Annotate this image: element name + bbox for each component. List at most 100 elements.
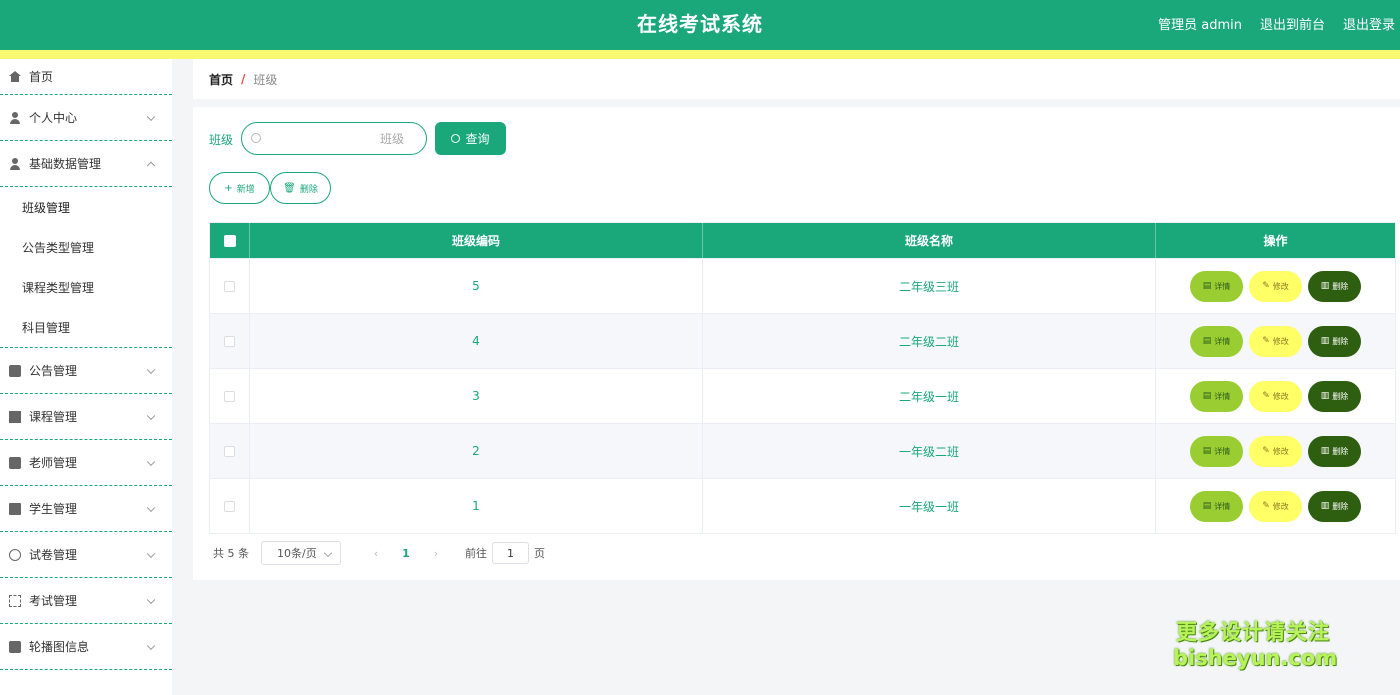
cell-code: 5 [250, 259, 703, 313]
delete-label: 删除 [1332, 336, 1349, 346]
sidebar-item-profile[interactable]: 个人中心 [0, 95, 172, 141]
detail-button[interactable]: ▤ 详情 [1190, 380, 1243, 412]
document-icon: ▤ [1202, 281, 1212, 291]
trash-icon: ▥ [1320, 391, 1330, 401]
row-checkbox[interactable] [224, 445, 235, 457]
sidebar-item-label: 基础数据管理 [29, 157, 102, 171]
header-stripe [0, 50, 1400, 59]
detail-button[interactable]: ▤ 详情 [1190, 490, 1243, 522]
sidebar-item-notice[interactable]: 公告管理 [0, 348, 172, 394]
edit-button[interactable]: ✎ 修改 [1249, 325, 1302, 357]
logout-link[interactable]: 退出登录 [1343, 14, 1395, 33]
batch-delete-button[interactable]: 🗑 删除 [270, 172, 331, 204]
query-button[interactable]: 查询 [435, 122, 506, 155]
delete-button[interactable]: ▥ 删除 [1308, 325, 1361, 357]
search-box[interactable] [241, 122, 427, 155]
search-icon [251, 133, 261, 143]
chevron-down-icon [146, 411, 156, 420]
delete-button[interactable]: ▥ 删除 [1308, 270, 1361, 302]
sidebar-subitem-course-type[interactable]: 课程类型管理 [0, 267, 172, 307]
sidebar-item-home[interactable]: 首页 [0, 59, 172, 95]
search-input[interactable] [268, 129, 404, 149]
top-bar: 在线考试系统 管理员 admin 退出到前台 退出登录 [0, 0, 1400, 50]
top-links: 管理员 admin 退出到前台 退出登录 [1158, 0, 1400, 46]
next-page-icon[interactable]: › [421, 547, 451, 560]
sidebar-item-label: 个人中心 [29, 111, 78, 125]
row-checkbox[interactable] [224, 500, 235, 512]
edit-button[interactable]: ✎ 修改 [1249, 435, 1302, 467]
page-size-select[interactable]: 10条/页 [261, 541, 341, 565]
delete-button[interactable]: ▥ 删除 [1308, 380, 1361, 412]
edit-button[interactable]: ✎ 修改 [1249, 270, 1302, 302]
trash-icon: ▥ [1320, 336, 1330, 346]
chevron-down-icon [146, 365, 156, 374]
page-unit-label: 页 [534, 547, 545, 560]
edit-button[interactable]: ✎ 修改 [1249, 380, 1302, 412]
row-checkbox[interactable] [224, 390, 235, 402]
breadcrumb: 首页 / 班级 [193, 59, 1400, 99]
sidebar-item-label: 课程管理 [29, 410, 78, 424]
detail-label: 详情 [1214, 281, 1231, 291]
breadcrumb-separator: / [241, 72, 246, 86]
document-icon: ▤ [1202, 501, 1212, 511]
edit-label: 修改 [1272, 281, 1289, 291]
edit-button[interactable]: ✎ 修改 [1249, 490, 1302, 522]
breadcrumb-current: 班级 [253, 72, 278, 87]
breadcrumb-home[interactable]: 首页 [209, 71, 233, 88]
sidebar-item-course[interactable]: 课程管理 [0, 394, 172, 440]
add-button[interactable]: + 新增 [209, 172, 270, 204]
total-count: 共 5 条 [213, 547, 249, 560]
sidebar-subitem-notice-type[interactable]: 公告类型管理 [0, 227, 172, 267]
row-checkbox[interactable] [224, 280, 235, 292]
table-row: 3 二年级一班 ▤ 详情 ✎ 修改 ▥ 删除 [210, 368, 1395, 423]
prev-page-icon[interactable]: ‹ [361, 547, 391, 560]
detail-button[interactable]: ▤ 详情 [1190, 270, 1243, 302]
column-header-name: 班级名称 [703, 223, 1156, 258]
goto-page-input[interactable]: 1 [492, 542, 529, 564]
sidebar-item-label: 考试管理 [29, 594, 78, 608]
row-select-cell [210, 369, 250, 423]
admin-user-label[interactable]: 管理员 admin [1158, 14, 1242, 33]
cell-actions: ▤ 详情 ✎ 修改 ▥ 删除 [1156, 479, 1395, 533]
detail-button[interactable]: ▤ 详情 [1190, 325, 1243, 357]
sidebar: 首页 个人中心 基础数据管理 班级管理 公告类型管理 课程类型管理 科目管理 公… [0, 59, 172, 695]
chevron-down-icon [146, 549, 156, 558]
delete-button[interactable]: ▥ 删除 [1308, 435, 1361, 467]
select-all-cell [210, 223, 250, 258]
table-row: 2 一年级二班 ▤ 详情 ✎ 修改 ▥ 删除 [210, 423, 1395, 478]
sidebar-item-paper[interactable]: 试卷管理 [0, 532, 172, 578]
chevron-down-icon [146, 641, 156, 650]
back-to-front-link[interactable]: 退出到前台 [1260, 14, 1325, 33]
current-page[interactable]: 1 [391, 547, 421, 560]
table-row: 4 二年级二班 ▤ 详情 ✎ 修改 ▥ 删除 [210, 313, 1395, 368]
delete-button[interactable]: ▥ 删除 [1308, 490, 1361, 522]
chevron-down-icon [146, 595, 156, 604]
pencil-icon: ✎ [1262, 501, 1270, 511]
row-select-cell [210, 259, 250, 313]
compass-icon [9, 548, 21, 561]
sidebar-item-basic-data[interactable]: 基础数据管理 [0, 141, 172, 187]
watermark: 更多设计请关注 bisheyun.com [1173, 619, 1337, 671]
cell-name: 二年级二班 [703, 314, 1156, 368]
delete-label: 删除 [1332, 446, 1349, 456]
book-icon [9, 410, 21, 423]
watermark-line1: 更多设计请关注 [1176, 620, 1330, 644]
row-select-cell [210, 479, 250, 533]
pencil-icon: ✎ [1262, 446, 1270, 456]
add-button-label: 新增 [236, 184, 255, 195]
chevron-down-icon [146, 457, 156, 466]
sidebar-subitem-class[interactable]: 班级管理 [0, 187, 172, 227]
sidebar-item-exam[interactable]: 考试管理 [0, 578, 172, 624]
cell-actions: ▤ 详情 ✎ 修改 ▥ 删除 [1156, 259, 1395, 313]
class-table: 班级编码 班级名称 操作 5 二年级三班 ▤ 详情 ✎ 修改 ▥ 删除 4 二年级二班… [209, 222, 1396, 534]
row-checkbox[interactable] [224, 335, 235, 347]
sidebar-item-student[interactable]: 学生管理 [0, 486, 172, 532]
sidebar-item-carousel[interactable]: 轮播图信息 [0, 624, 172, 670]
sidebar-item-teacher[interactable]: 老师管理 [0, 440, 172, 486]
detail-label: 详情 [1214, 501, 1231, 511]
sidebar-subitem-subject[interactable]: 科目管理 [0, 307, 172, 348]
user-icon [9, 111, 21, 124]
detail-button[interactable]: ▤ 详情 [1190, 435, 1243, 467]
pencil-icon: ✎ [1262, 281, 1270, 291]
select-all-checkbox[interactable] [223, 234, 236, 247]
